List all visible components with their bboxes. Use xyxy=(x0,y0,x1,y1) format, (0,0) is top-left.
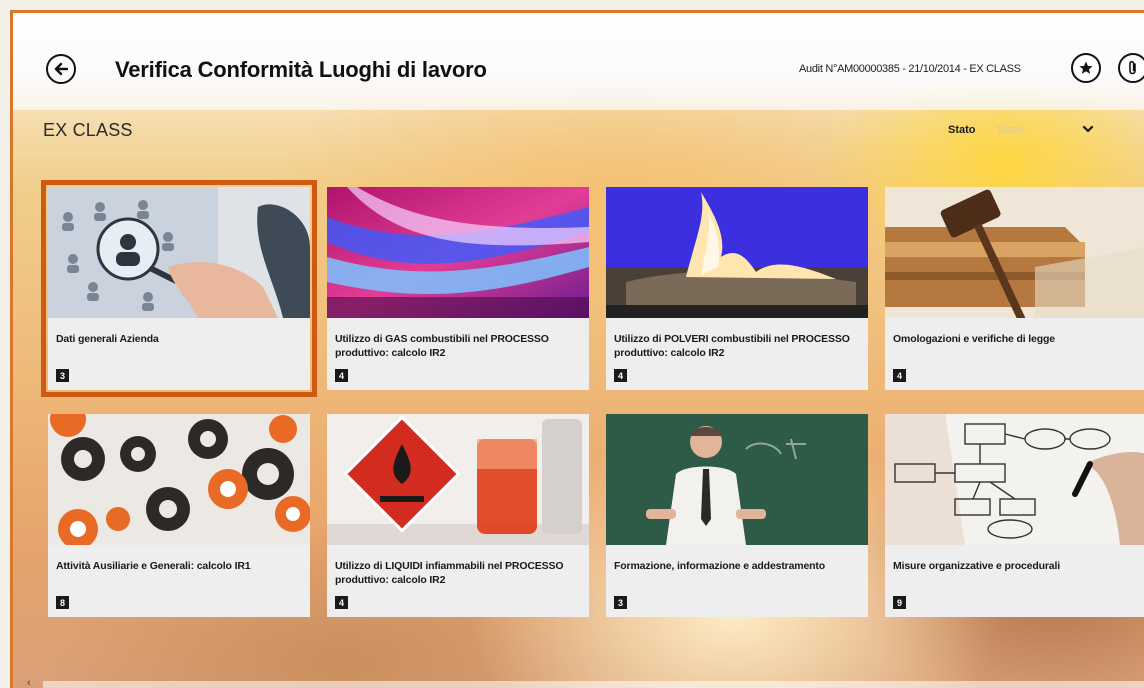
filter-value[interactable]: Stato xyxy=(998,124,1058,136)
app-frame: Verifica Conformità Luoghi di lavoro Aud… xyxy=(10,10,1144,688)
tile-image-dust-fire xyxy=(606,187,868,318)
tile-title: Dati generali Azienda xyxy=(56,333,159,345)
tile-count-badge: 8 xyxy=(56,596,69,609)
header-bar: Verifica Conformità Luoghi di lavoro Aud… xyxy=(13,13,1144,110)
tile-image-judge-gavel xyxy=(885,187,1144,318)
tile-image-gas-flame xyxy=(327,187,589,318)
tile-title: Utilizzo di POLVERI combustibili nel PRO… xyxy=(614,333,850,359)
back-button[interactable] xyxy=(46,54,76,84)
chevron-down-icon[interactable] xyxy=(1082,121,1094,139)
tile-attivita-ausiliarie[interactable]: Attività Ausiliarie e Generali: calcolo … xyxy=(48,414,310,617)
tile-dati-generali-azienda[interactable]: Dati generali Azienda 3 xyxy=(41,180,317,397)
tile-omologazioni[interactable]: Omologazioni e verifiche di legge 4 xyxy=(885,187,1144,390)
scroll-left-icon[interactable]: ‹ xyxy=(27,677,31,688)
tile-polveri-combustibili[interactable]: Utilizzo di POLVERI combustibili nel PRO… xyxy=(606,187,868,390)
tile-gas-combustibili[interactable]: Utilizzo di GAS combustibili nel PROCESS… xyxy=(327,187,589,390)
tile-image-gears xyxy=(48,414,310,545)
tile-title: Misure organizzative e procedurali xyxy=(893,560,1061,572)
paperclip-icon xyxy=(1129,60,1136,75)
tile-image-network-people xyxy=(48,187,310,318)
filter-label: Stato xyxy=(948,124,976,136)
section-title: EX CLASS xyxy=(43,120,133,140)
tile-liquidi-infiammabili[interactable]: Utilizzo di LIQUIDI infiammabili nel PRO… xyxy=(327,414,589,617)
tile-title: Utilizzo di LIQUIDI infiammabili nel PRO… xyxy=(335,560,564,586)
status-filter[interactable]: Stato Stato xyxy=(948,121,1094,139)
page-title: Verifica Conformità Luoghi di lavoro xyxy=(115,57,487,82)
star-icon xyxy=(1079,61,1093,74)
tile-title: Formazione, informazione e addestramento xyxy=(614,560,826,572)
tile-image-flowchart xyxy=(885,414,1144,545)
tile-title: Attività Ausiliarie e Generali: calcolo … xyxy=(56,560,251,572)
horizontal-scrollbar[interactable] xyxy=(43,681,1144,688)
tile-count-badge: 4 xyxy=(614,369,627,382)
tile-misure-organizzative[interactable]: Misure organizzative e procedurali 9 xyxy=(885,414,1144,617)
back-arrow-icon xyxy=(54,62,69,76)
tile-count-badge: 3 xyxy=(614,596,627,609)
tile-count-badge: 9 xyxy=(893,596,906,609)
tile-image-teacher-blackboard xyxy=(606,414,868,545)
tile-count-badge: 4 xyxy=(335,596,348,609)
tile-title: Omologazioni e verifiche di legge xyxy=(893,333,1055,345)
tile-count-badge: 3 xyxy=(56,369,69,382)
tile-formazione[interactable]: Formazione, informazione e addestramento… xyxy=(606,414,868,617)
favorite-button[interactable] xyxy=(1071,53,1101,83)
tile-title: Utilizzo di GAS combustibili nel PROCESS… xyxy=(335,333,549,359)
tile-image-flammable-liquid xyxy=(327,414,589,545)
attach-button[interactable] xyxy=(1118,53,1144,83)
tile-count-badge: 4 xyxy=(893,369,906,382)
tile-count-badge: 4 xyxy=(335,369,348,382)
audit-info: Audit N°AM00000385 - 21/10/2014 - EX CLA… xyxy=(799,63,1021,75)
